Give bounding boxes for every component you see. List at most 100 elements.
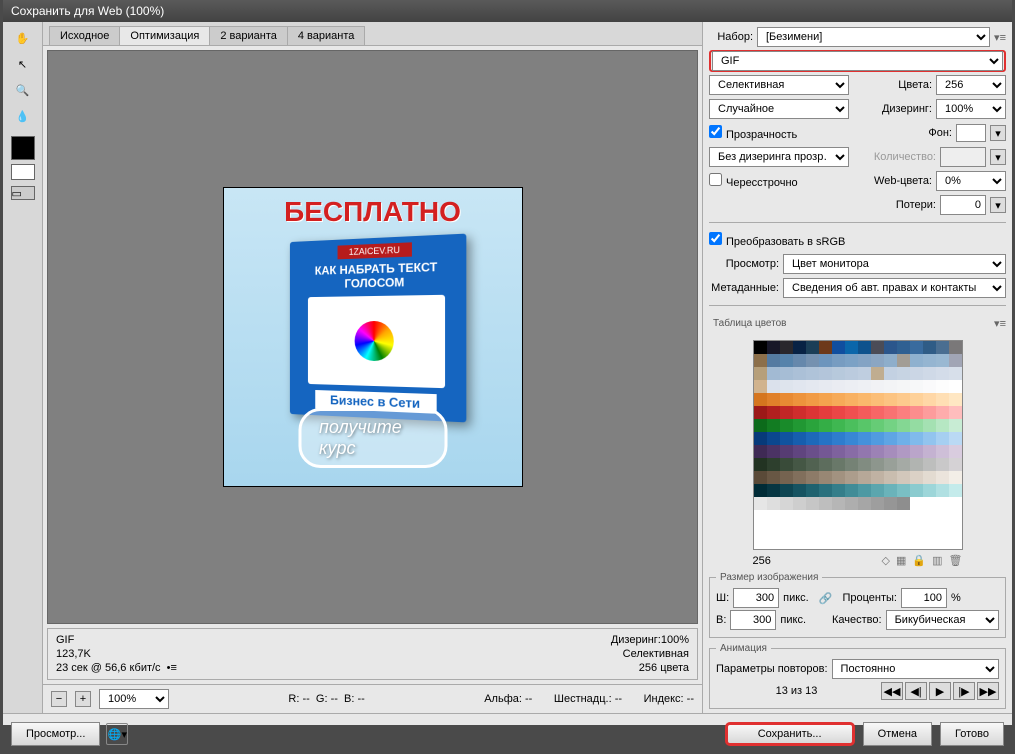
color-swatch[interactable] bbox=[806, 471, 819, 484]
color-swatch[interactable] bbox=[767, 497, 780, 510]
tab-original[interactable]: Исходное bbox=[49, 26, 120, 45]
color-swatch[interactable] bbox=[754, 393, 767, 406]
format-select[interactable]: GIF bbox=[712, 51, 1003, 71]
color-swatch[interactable] bbox=[871, 497, 884, 510]
color-swatch[interactable] bbox=[806, 406, 819, 419]
color-swatch[interactable] bbox=[858, 380, 871, 393]
zoom-select[interactable]: 100% bbox=[99, 689, 169, 709]
slice-select-tool[interactable]: ↖ bbox=[8, 52, 38, 76]
color-swatch[interactable] bbox=[858, 484, 871, 497]
color-swatch[interactable] bbox=[923, 419, 936, 432]
color-swatch[interactable] bbox=[767, 419, 780, 432]
ct-new-icon[interactable]: ▥ bbox=[932, 554, 942, 567]
tab-optimized[interactable]: Оптимизация bbox=[119, 26, 210, 45]
color-swatch[interactable] bbox=[806, 445, 819, 458]
color-swatch[interactable] bbox=[884, 484, 897, 497]
tab-4up[interactable]: 4 варианта bbox=[287, 26, 366, 45]
color-swatch[interactable] bbox=[871, 471, 884, 484]
color-swatch[interactable] bbox=[910, 393, 923, 406]
color-swatch[interactable] bbox=[923, 380, 936, 393]
color-swatch[interactable] bbox=[806, 432, 819, 445]
color-swatch[interactable] bbox=[767, 367, 780, 380]
color-swatch[interactable] bbox=[910, 419, 923, 432]
link-icon[interactable]: 🔗 bbox=[819, 592, 833, 605]
color-swatch[interactable] bbox=[780, 354, 793, 367]
color-swatch[interactable] bbox=[858, 419, 871, 432]
color-swatch[interactable] bbox=[858, 406, 871, 419]
toggle-slices[interactable]: ▭ bbox=[11, 186, 35, 200]
color-swatch[interactable] bbox=[806, 367, 819, 380]
color-swatch[interactable] bbox=[884, 341, 897, 354]
color-swatch[interactable] bbox=[819, 341, 832, 354]
color-swatch[interactable] bbox=[910, 471, 923, 484]
preset-select[interactable]: [Безимени] bbox=[757, 27, 990, 47]
eyedropper-tool[interactable]: 💧 bbox=[8, 104, 38, 128]
color-swatch[interactable] bbox=[897, 406, 910, 419]
color-swatch[interactable] bbox=[897, 471, 910, 484]
color-swatch[interactable] bbox=[845, 497, 858, 510]
color-swatch[interactable] bbox=[910, 458, 923, 471]
color-swatch[interactable] bbox=[767, 354, 780, 367]
color-table-menu-icon[interactable]: ▾≡ bbox=[994, 317, 1006, 330]
color-swatch[interactable] bbox=[780, 393, 793, 406]
color-swatch[interactable] bbox=[780, 458, 793, 471]
color-swatch[interactable] bbox=[819, 471, 832, 484]
color-swatch[interactable] bbox=[884, 406, 897, 419]
color-swatch[interactable] bbox=[780, 484, 793, 497]
color-swatch[interactable] bbox=[949, 484, 962, 497]
color-swatch[interactable] bbox=[780, 419, 793, 432]
color-swatch[interactable] bbox=[923, 445, 936, 458]
color-swatch[interactable] bbox=[780, 367, 793, 380]
color-swatch[interactable] bbox=[793, 354, 806, 367]
color-swatch[interactable] bbox=[923, 471, 936, 484]
ct-trash-icon[interactable]: 🗑 bbox=[949, 554, 963, 567]
color-swatch[interactable] bbox=[793, 393, 806, 406]
color-swatch[interactable] bbox=[949, 393, 962, 406]
color-swatch[interactable] bbox=[806, 419, 819, 432]
color-swatch[interactable] bbox=[832, 419, 845, 432]
color-swatch[interactable] bbox=[806, 393, 819, 406]
zoom-out-button[interactable]: − bbox=[51, 691, 67, 707]
matte-color-well[interactable] bbox=[956, 124, 986, 142]
color-swatch[interactable] bbox=[806, 484, 819, 497]
color-swatch[interactable] bbox=[754, 445, 767, 458]
color-swatch[interactable] bbox=[767, 380, 780, 393]
color-swatch[interactable] bbox=[858, 497, 871, 510]
reduction-select[interactable]: Селективная bbox=[709, 75, 849, 95]
width-input[interactable] bbox=[733, 588, 779, 608]
color-swatch[interactable] bbox=[845, 354, 858, 367]
color-swatch[interactable] bbox=[858, 432, 871, 445]
color-swatch[interactable] bbox=[923, 406, 936, 419]
color-swatch[interactable] bbox=[767, 458, 780, 471]
color-swatch[interactable] bbox=[897, 341, 910, 354]
color-swatch[interactable] bbox=[936, 497, 949, 510]
color-swatch[interactable] bbox=[754, 354, 767, 367]
color-swatch[interactable] bbox=[819, 458, 832, 471]
hand-tool[interactable]: ✋ bbox=[8, 26, 38, 50]
color-swatch[interactable] bbox=[767, 471, 780, 484]
color-swatch[interactable] bbox=[845, 432, 858, 445]
cancel-button[interactable]: Отмена bbox=[863, 722, 932, 746]
transparency-check[interactable]: Прозрачность bbox=[709, 125, 849, 141]
color-swatch[interactable] bbox=[858, 341, 871, 354]
color-swatch[interactable] bbox=[936, 432, 949, 445]
quality-select[interactable]: Бикубическая bbox=[886, 610, 999, 630]
anim-play-button[interactable]: ▶ bbox=[929, 682, 951, 700]
color-swatch[interactable] bbox=[949, 367, 962, 380]
color-swatch[interactable] bbox=[936, 341, 949, 354]
color-swatch[interactable] bbox=[897, 419, 910, 432]
color-swatch[interactable] bbox=[858, 458, 871, 471]
color-swatch[interactable] bbox=[871, 458, 884, 471]
color-swatch[interactable] bbox=[949, 354, 962, 367]
dither-select[interactable]: Случайное bbox=[709, 99, 849, 119]
color-swatch[interactable] bbox=[949, 497, 962, 510]
color-swatch[interactable] bbox=[910, 367, 923, 380]
dither-pct-select[interactable]: 100% bbox=[936, 99, 1006, 119]
color-swatch[interactable] bbox=[845, 380, 858, 393]
color-swatch[interactable] bbox=[832, 445, 845, 458]
color-swatch[interactable] bbox=[884, 432, 897, 445]
anim-prev-button[interactable]: ◀| bbox=[905, 682, 927, 700]
color-swatch[interactable] bbox=[793, 341, 806, 354]
color-swatch[interactable] bbox=[819, 484, 832, 497]
zoom-in-button[interactable]: + bbox=[75, 691, 91, 707]
